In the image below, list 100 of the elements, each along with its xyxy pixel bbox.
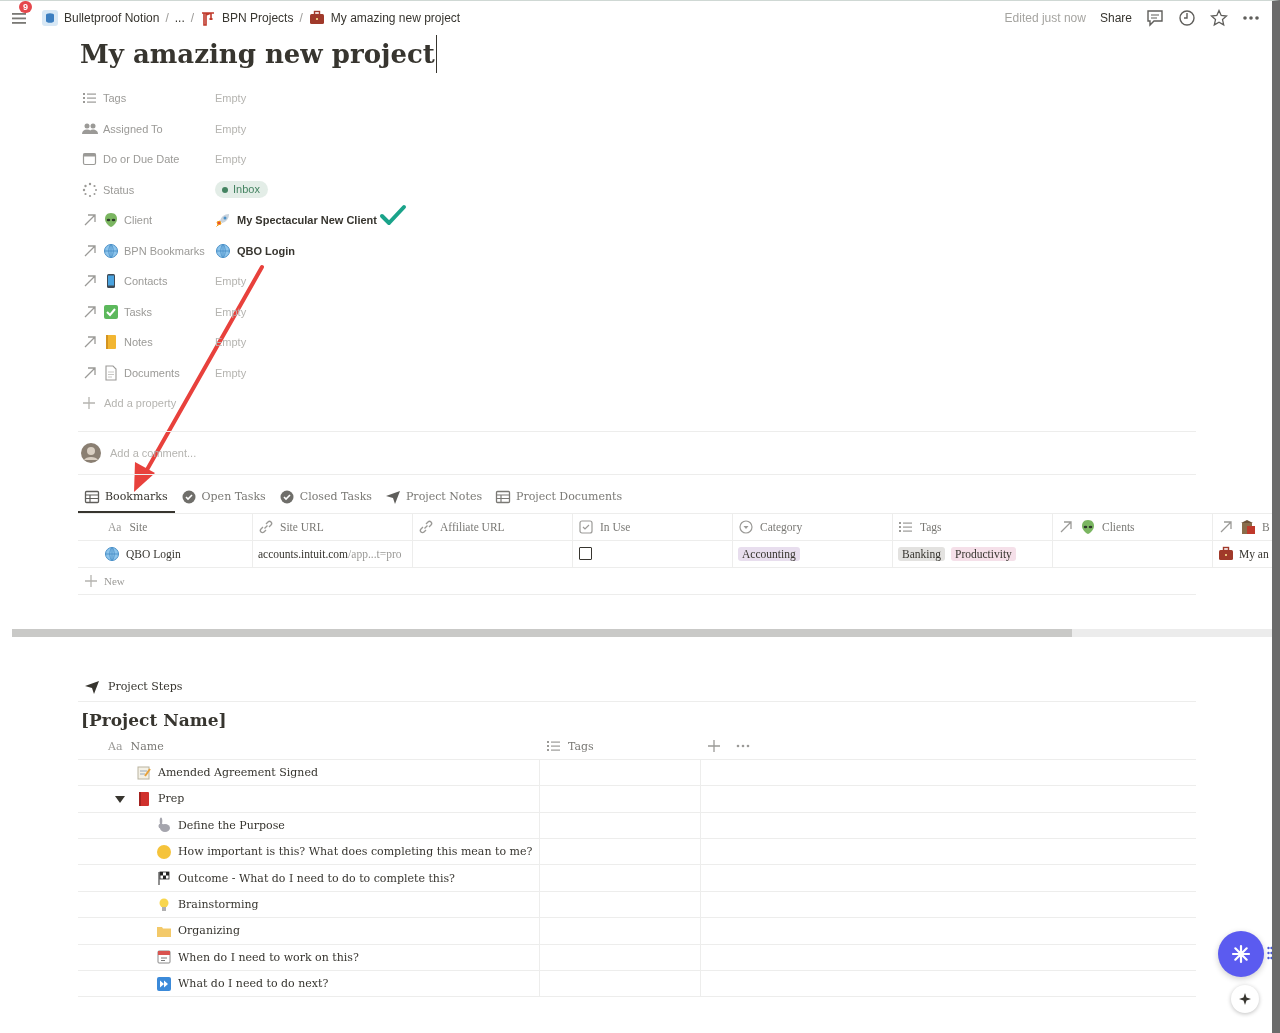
checkbox[interactable]	[579, 547, 592, 560]
relation-arrow-icon	[82, 364, 98, 381]
property-label[interactable]: Tasks	[124, 305, 153, 318]
clock-icon[interactable]	[1178, 9, 1196, 27]
alien-icon	[1080, 518, 1096, 535]
table-title[interactable]: [Project Name]	[81, 709, 227, 730]
new-row-button[interactable]: New	[78, 567, 1196, 595]
calendar-icon	[156, 949, 172, 966]
breadcrumb-link[interactable]: ...	[174, 11, 185, 25]
memo-icon	[136, 764, 152, 781]
row-title[interactable]: Prep	[136, 790, 185, 807]
share-button[interactable]: Share	[1099, 11, 1132, 25]
star-icon[interactable]	[1210, 9, 1228, 27]
breadcrumb-link[interactable]: My amazing new project	[308, 10, 461, 26]
property-label[interactable]: BPN Bookmarks	[124, 244, 205, 257]
property-label[interactable]: Status	[103, 183, 135, 196]
column-header[interactable]: In Use	[573, 513, 733, 540]
checkmark-annotation	[379, 204, 407, 227]
site-link[interactable]: QBO Login	[104, 545, 181, 562]
column-header[interactable]: Site URL	[253, 513, 413, 540]
paper-plane-icon	[84, 678, 100, 695]
drag-handle-icon[interactable]	[1267, 946, 1272, 960]
column-header[interactable]: Affiliate URL	[413, 513, 573, 540]
relation-arrow-icon	[82, 242, 98, 259]
property-label[interactable]: Assigned To	[103, 122, 163, 135]
rocket-icon	[215, 212, 231, 229]
comment-icon[interactable]	[1146, 9, 1164, 27]
table-icon	[495, 488, 512, 505]
check-box-icon	[103, 303, 119, 320]
notebook-icon	[103, 334, 119, 351]
column-header[interactable]: B	[1213, 513, 1272, 540]
view-tab[interactable]: Project Documents	[489, 488, 630, 513]
ai-button[interactable]	[1231, 985, 1259, 1013]
check-circle-icon	[180, 488, 197, 505]
globe-icon	[104, 545, 120, 562]
alien-icon	[103, 212, 119, 229]
avatar-icon	[81, 442, 101, 463]
url-text[interactable]: accounts.intuit.com/app...t=pro	[258, 547, 402, 560]
horizontal-scrollbar[interactable]	[12, 628, 1272, 637]
section-header[interactable]: Project Steps	[78, 672, 1196, 702]
status-tag[interactable]: Inbox	[215, 181, 268, 199]
row-title[interactable]: How important is this? What does completing this mean to me?	[156, 843, 533, 860]
row-title[interactable]: Organizing	[156, 922, 240, 939]
tag: Productivity	[951, 546, 1016, 561]
globe-icon	[215, 242, 231, 259]
sparkle-icon	[1238, 992, 1252, 1006]
link-icon	[258, 518, 274, 535]
tag: Banking	[898, 546, 945, 561]
category-tag: Accounting	[738, 546, 800, 561]
row-title[interactable]: Outcome - What do I need to do to complete this?	[156, 870, 455, 887]
globe-icon	[103, 242, 119, 259]
column-header[interactable]: Tags	[540, 733, 701, 759]
checkered-flag-icon	[156, 870, 172, 887]
status-icon	[82, 181, 98, 198]
check-circle-icon	[278, 488, 295, 505]
view-tab[interactable]: Bookmarks	[78, 488, 175, 513]
view-tab[interactable]: Closed Tasks	[272, 488, 379, 513]
briefcase-icon	[1218, 545, 1234, 562]
view-tab[interactable]: Project Notes	[378, 488, 490, 513]
view-tab[interactable]: Open Tasks	[174, 488, 273, 513]
book-icon	[136, 790, 152, 807]
property-label[interactable]: Client	[124, 214, 153, 227]
column-header[interactable]: Aa Site	[78, 513, 253, 540]
plus-icon	[84, 573, 98, 588]
database-icon	[42, 10, 58, 26]
checkbox-icon	[578, 518, 594, 535]
relation-arrow-icon	[82, 303, 98, 320]
briefcase-icon	[308, 10, 325, 26]
row-title[interactable]: When do I need to work on this?	[156, 949, 359, 966]
relation-link[interactable]: My an	[1218, 545, 1269, 562]
row-title[interactable]: Amended Agreement Signed	[136, 764, 318, 781]
table-icon	[84, 488, 100, 505]
column-header[interactable]: Aa Name	[78, 733, 540, 759]
property-label[interactable]: Do or Due Date	[103, 153, 180, 166]
relation-arrow-icon	[1058, 518, 1074, 535]
breadcrumb-link[interactable]: Bulletproof Notion	[42, 10, 160, 26]
page-title[interactable]: My amazing new project	[80, 35, 437, 73]
property-label[interactable]: Contacts	[124, 275, 168, 288]
scrollbar-thumb[interactable]	[12, 628, 1072, 637]
document-icon	[103, 364, 119, 381]
assistant-button[interactable]	[1218, 931, 1264, 977]
column-header[interactable]: Clients	[1053, 513, 1213, 540]
row-title[interactable]: Brainstorming	[156, 896, 259, 913]
column-header[interactable]: Tags	[893, 513, 1053, 540]
breadcrumb-link[interactable]: BPN Projects	[200, 10, 294, 26]
breadcrumb-separator: /	[190, 11, 195, 25]
row-title[interactable]: Define the Purpose	[156, 817, 285, 834]
property-label[interactable]: Notes	[124, 336, 153, 349]
sparkle-icon	[1231, 944, 1251, 964]
dropdown-icon	[738, 518, 754, 535]
relation-link[interactable]: My Spectacular New Client	[215, 212, 377, 229]
notification-badge: 9	[19, 1, 32, 13]
breadcrumb-separator: /	[165, 11, 169, 25]
row-title[interactable]: What do I need to do next?	[156, 975, 329, 992]
property-label[interactable]: Tags	[103, 92, 127, 105]
relation-link[interactable]: QBO Login	[215, 242, 296, 259]
column-header[interactable]: Category	[733, 513, 893, 540]
property-label[interactable]: Documents	[124, 366, 180, 379]
breadcrumb-separator: /	[299, 11, 303, 25]
paper-plane-icon	[384, 488, 401, 505]
